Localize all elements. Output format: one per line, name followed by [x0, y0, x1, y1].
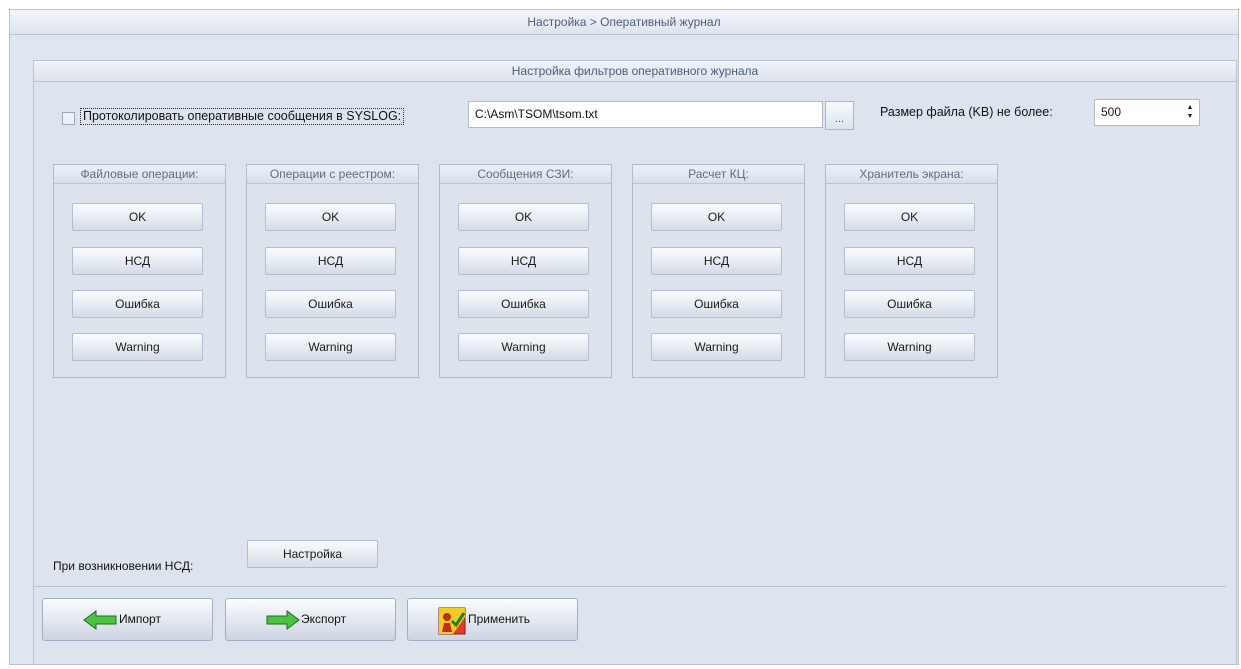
- screensaver-error-button[interactable]: Ошибка: [844, 290, 975, 318]
- group-title: Операции с реестром:: [247, 165, 418, 184]
- group-szi-messages: Сообщения СЗИ: OK НСД Ошибка Warning: [439, 164, 612, 378]
- panel-title: Настройка фильтров оперативного журнала: [34, 61, 1236, 82]
- group-title: Сообщения СЗИ:: [440, 165, 611, 184]
- registry-nsd-button[interactable]: НСД: [265, 247, 396, 275]
- group-kc-calculation: Расчет КЦ: OK НСД Ошибка Warning: [632, 164, 805, 378]
- nsd-label: При возникновении НСД:: [53, 559, 194, 573]
- browse-button[interactable]: ...: [825, 101, 854, 130]
- file-error-button[interactable]: Ошибка: [72, 290, 203, 318]
- import-button[interactable]: Импорт: [42, 598, 213, 641]
- export-button[interactable]: Экспорт: [225, 598, 396, 641]
- arrow-left-icon: [83, 610, 117, 630]
- apply-label: Применить: [468, 612, 531, 626]
- screensaver-ok-button[interactable]: OK: [844, 203, 975, 231]
- syslog-checkbox[interactable]: [62, 112, 75, 125]
- window-title: Настройка > Оперативный журнал: [10, 10, 1238, 35]
- group-file-operations: Файловые операции: OK НСД Ошибка Warning: [53, 164, 226, 378]
- file-size-value: 500: [1101, 105, 1122, 119]
- kc-ok-button[interactable]: OK: [651, 203, 782, 231]
- szi-nsd-button[interactable]: НСД: [458, 247, 589, 275]
- file-warning-button[interactable]: Warning: [72, 333, 203, 361]
- import-label: Импорт: [119, 612, 161, 626]
- screensaver-warning-button[interactable]: Warning: [844, 333, 975, 361]
- export-label: Экспорт: [301, 612, 347, 626]
- kc-nsd-button[interactable]: НСД: [651, 247, 782, 275]
- arrow-right-icon: [266, 610, 300, 630]
- szi-ok-button[interactable]: OK: [458, 203, 589, 231]
- group-title: Расчет КЦ:: [633, 165, 804, 184]
- group-title: Хранитель экрана:: [826, 165, 997, 184]
- apply-icon: [438, 607, 466, 635]
- kc-error-button[interactable]: Ошибка: [651, 290, 782, 318]
- file-nsd-button[interactable]: НСД: [72, 247, 203, 275]
- syslog-path-input[interactable]: C:\Asm\TSOM\tsom.txt: [468, 101, 823, 128]
- group-screensaver: Хранитель экрана: OK НСД Ошибка Warning: [825, 164, 998, 378]
- kc-warning-button[interactable]: Warning: [651, 333, 782, 361]
- szi-error-button[interactable]: Ошибка: [458, 290, 589, 318]
- nsd-setup-button[interactable]: Настройка: [247, 540, 378, 568]
- screensaver-nsd-button[interactable]: НСД: [844, 247, 975, 275]
- group-registry-operations: Операции с реестром: OK НСД Ошибка Warni…: [246, 164, 419, 378]
- group-title: Файловые операции:: [54, 165, 225, 184]
- file-ok-button[interactable]: OK: [72, 203, 203, 231]
- file-size-spinbox[interactable]: 500 ▲ ▼: [1094, 99, 1200, 126]
- registry-error-button[interactable]: Ошибка: [265, 290, 396, 318]
- spin-arrows-icon[interactable]: ▲ ▼: [1186, 103, 1194, 121]
- apply-button[interactable]: Применить: [407, 598, 578, 641]
- registry-ok-button[interactable]: OK: [265, 203, 396, 231]
- szi-warning-button[interactable]: Warning: [458, 333, 589, 361]
- registry-warning-button[interactable]: Warning: [265, 333, 396, 361]
- separator: [33, 586, 1226, 587]
- syslog-label: Протоколировать оперативные сообщения в …: [80, 108, 405, 125]
- file-size-label: Размер файла (KB) не более:: [880, 105, 1053, 119]
